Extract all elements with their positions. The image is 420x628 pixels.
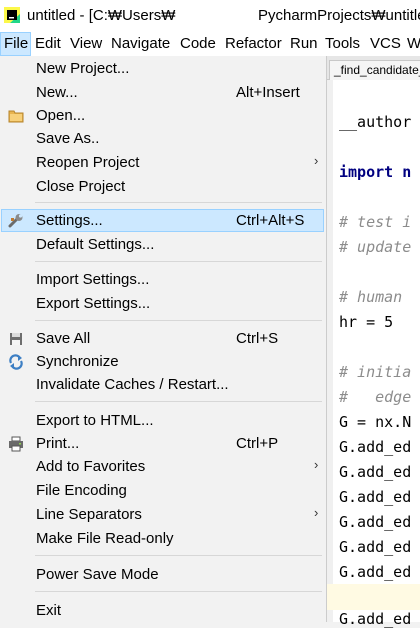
menu-item-label: New... [36,84,78,101]
code-line: # update [339,238,412,256]
code-line: G.add_ed [339,463,412,481]
code-line: # human [339,288,403,306]
menu-item-label: Save As.. [36,130,100,147]
code-line: # test i [339,213,412,231]
menu-item-label: Power Save Mode [36,566,159,583]
code-line: hr = 5 [339,313,394,331]
synchronize-icon [9,354,23,370]
save-all-icon [10,333,22,345]
file-menu-dropdown: New Project... New... Alt+Insert Open...… [0,56,327,622]
menu-item-label: Invalidate Caches / Restart... [36,376,229,393]
code-line: __author [339,113,412,131]
menu-item-invalidate-caches[interactable]: Invalidate Caches / Restart... [1,373,324,396]
menu-window[interactable]: W [407,32,420,56]
menu-item-label: Reopen Project [36,154,140,171]
menu-separator [35,202,322,203]
menu-item-line-separators[interactable]: Line Separators › [1,503,324,526]
menu-item-export-settings[interactable]: Export Settings... [1,292,324,315]
menu-separator [35,555,322,556]
menu-item-label: Synchronize [36,353,119,370]
menu-item-synchronize[interactable]: Synchronize [1,350,324,373]
menu-bar: File Edit View Navigate Code Refactor Ru… [0,32,420,56]
menu-item-label: Save All [36,330,91,347]
menu-item-label: Default Settings... [36,236,155,253]
submenu-arrow-icon: › [314,153,319,168]
menu-item-open[interactable]: Open... [1,104,324,127]
menu-item-label: New Project... [36,60,130,77]
menu-item-label: File Encoding [36,482,127,499]
menu-item-label: Print... [36,435,80,452]
menu-item-shortcut: Alt+Insert [236,84,300,101]
menu-tools[interactable]: Tools [325,32,360,56]
menu-separator [35,591,322,592]
menu-navigate[interactable]: Navigate [111,32,170,56]
menu-vcs[interactable]: VCS [370,32,401,56]
pycharm-app-icon [4,7,20,23]
menu-item-new-project[interactable]: New Project... [1,57,324,80]
code-line: G.add_ed [339,610,412,628]
menu-item-label: Line Separators [36,506,142,523]
submenu-arrow-icon: › [314,505,319,520]
menu-item-label: Export to HTML... [36,412,154,429]
wrench-icon [8,214,23,228]
menu-item-settings[interactable]: Settings... Ctrl+Alt+S [1,209,324,232]
menu-item-label: Open... [36,107,86,124]
menu-refactor[interactable]: Refactor [225,32,282,56]
code-line: import n [339,163,412,181]
code-line: # edge [339,388,412,406]
menu-item-make-read-only[interactable]: Make File Read-only [1,527,324,550]
menu-item-label: Export Settings... [36,295,151,312]
editor-tab[interactable]: _find_candidate_ [329,60,420,81]
menu-code[interactable]: Code [180,32,216,56]
menu-item-power-save-mode[interactable]: Power Save Mode [1,563,324,586]
menu-item-shortcut: Ctrl+Alt+S [236,212,305,229]
menu-item-new[interactable]: New... Alt+Insert [1,81,324,104]
menu-item-save-all[interactable]: Save All Ctrl+S [1,327,324,350]
menu-item-label: Exit [36,602,62,619]
menu-item-import-settings[interactable]: Import Settings... [1,268,324,291]
menu-item-shortcut: Ctrl+P [236,435,279,452]
window-title: untitled - [C:₩Users₩ [27,7,176,24]
menu-item-export-to-html[interactable]: Export to HTML... [1,409,324,432]
code-line: G.add_ed [339,488,412,506]
code-line: G.add_ed [339,563,412,581]
code-line: G.add_ed [339,438,412,456]
menu-item-label: Close Project [36,178,126,195]
menu-item-save-as[interactable]: Save As.. [1,127,324,150]
editor-tab-bar: _find_candidate_ [327,56,420,81]
menu-item-exit[interactable]: Exit [1,599,324,622]
menu-item-print[interactable]: Print... Ctrl+P [1,432,324,455]
editor-gutter [327,80,333,622]
code-line: G.add_ed [339,513,412,531]
submenu-arrow-icon: › [314,457,319,472]
folder-icon [8,110,24,123]
menu-separator [35,320,322,321]
code-line: # initia [339,363,412,381]
menu-item-label: Settings... [36,212,103,229]
menu-item-close-project[interactable]: Close Project [1,175,324,198]
menu-item-file-encoding[interactable]: File Encoding [1,479,324,502]
menu-item-label: Import Settings... [36,271,150,288]
menu-item-label: Make File Read-only [36,530,174,547]
menu-item-label: Add to Favorites [36,458,146,475]
code-line: G = nx.N [339,413,412,431]
title-bar: untitled - [C:₩Users₩ PycharmProjects₩un… [0,0,420,32]
printer-icon [9,436,23,452]
menu-edit[interactable]: Edit [35,32,61,56]
menu-separator [35,261,322,262]
menu-item-default-settings[interactable]: Default Settings... [1,233,324,256]
current-line-highlight [327,584,420,610]
menu-separator [35,401,322,402]
menu-item-shortcut: Ctrl+S [236,330,279,347]
menu-run[interactable]: Run [290,32,318,56]
menu-item-reopen-project[interactable]: Reopen Project › [1,151,324,174]
window-title-path: PycharmProjects₩untitle [258,7,420,24]
code-line: G.add_ed [339,538,412,556]
menu-view[interactable]: View [70,32,102,56]
menu-file[interactable]: File [0,32,31,56]
menu-item-add-to-favorites[interactable]: Add to Favorites › [1,455,324,478]
